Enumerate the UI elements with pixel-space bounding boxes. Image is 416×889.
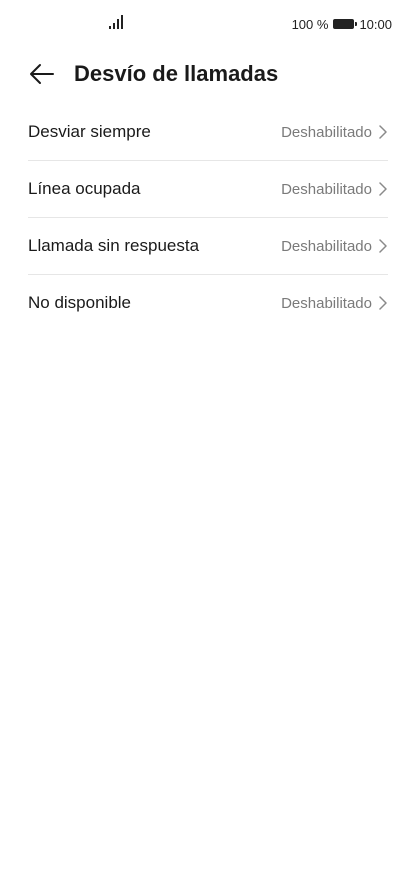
back-arrow-icon (30, 64, 54, 84)
chevron-right-icon (379, 182, 387, 196)
list-item-label: Llamada sin respuesta (28, 236, 200, 255)
list-item-llamada-sin-respuesta[interactable]: Llamada sin respuesta Deshabilitado (28, 218, 388, 275)
list-item-label: No disponible (28, 293, 132, 312)
forwarding-list: Desviar siempre Deshabilitado Línea ocup… (28, 104, 388, 331)
list-item-label: Línea ocupada (28, 179, 141, 198)
list-item-desviar-siempre[interactable]: Desviar siempre Deshabilitado (28, 104, 388, 161)
status-right: 100 % 10:00 (292, 15, 392, 33)
status-bar: 100 % 10:00 (0, 0, 416, 48)
list-item-right: Deshabilitado (281, 124, 388, 141)
back-button[interactable] (26, 58, 58, 90)
header: Desvío de llamadas (0, 52, 416, 96)
signal-icon (109, 15, 123, 29)
list-item-value: Deshabilitado (281, 123, 372, 141)
list-item-value: Deshabilitado (281, 180, 372, 198)
chevron-right-icon (379, 239, 387, 253)
list-item-value: Deshabilitado (281, 237, 372, 255)
chevron-right-icon (379, 296, 387, 310)
list-item-value: Deshabilitado (281, 294, 372, 312)
list-item-right: Deshabilitado (281, 181, 388, 198)
chevron-right-icon (379, 125, 387, 139)
battery-icon (333, 19, 358, 29)
list-item-label: Desviar siempre (28, 122, 151, 141)
screen: 100 % 10:00 Desvío de llamadas Desviar s… (0, 0, 416, 889)
clock: 10:00 (359, 16, 392, 32)
list-item-right: Deshabilitado (281, 238, 388, 255)
battery-percent: 100 % (291, 16, 329, 32)
list-item-no-disponible[interactable]: No disponible Deshabilitado (28, 275, 388, 331)
page-title: Desvío de llamadas (74, 61, 279, 86)
list-item-linea-ocupada[interactable]: Línea ocupada Deshabilitado (28, 161, 388, 218)
list-item-right: Deshabilitado (281, 295, 388, 312)
